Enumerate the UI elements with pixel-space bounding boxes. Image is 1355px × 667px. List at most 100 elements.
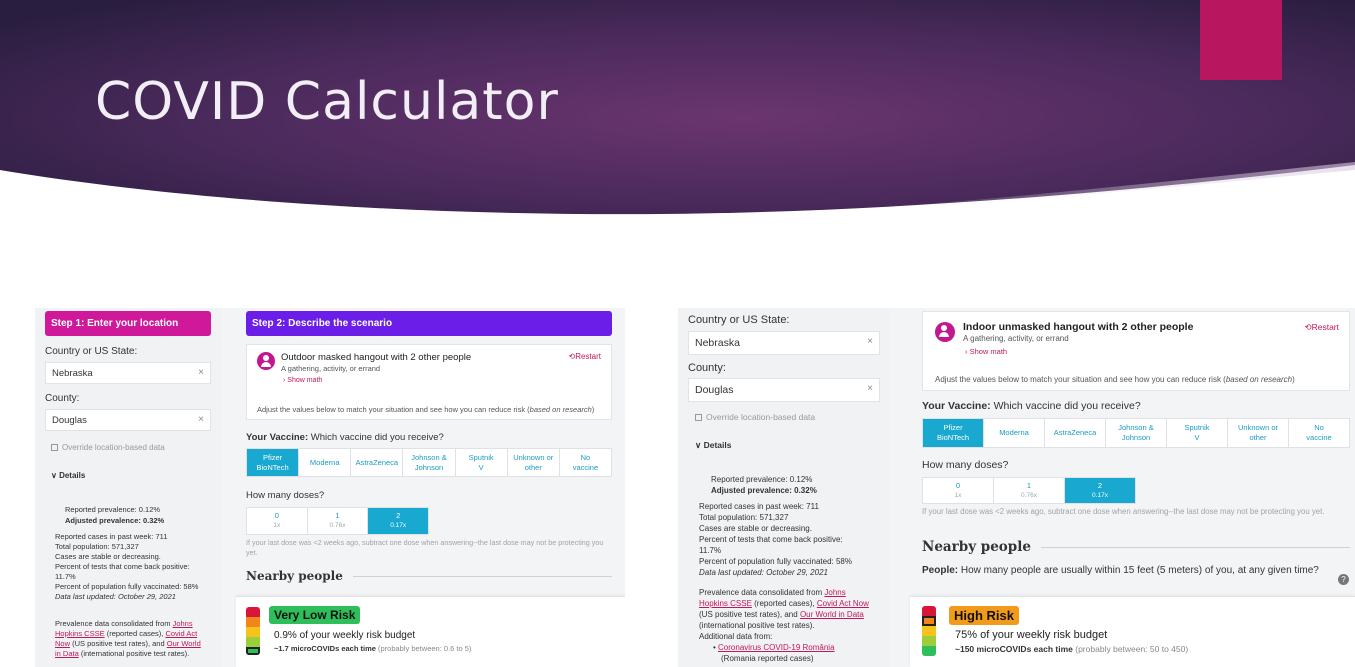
vaccine-option[interactable]: Sputnik V (456, 449, 508, 476)
help-icon[interactable]: ? (1338, 574, 1349, 585)
country-select[interactable]: Nebraska × (688, 331, 880, 355)
vaccine-option-line2: BioNTech (936, 433, 970, 442)
scenario-card[interactable]: Indoor unmasked hangout with 2 other peo… (922, 311, 1350, 391)
chevron-down-icon: ∨ (695, 440, 704, 450)
adjust-text-main: Adjust the values below to match your si… (935, 375, 1226, 384)
vaccine-option[interactable]: No vaccine (1289, 419, 1349, 447)
vaccine-option[interactable]: Pfizer BioNTech (923, 419, 984, 447)
vaccine-question: Your Vaccine: Which vaccine did you rece… (922, 400, 1141, 412)
show-math-link[interactable]: › Show math (283, 377, 322, 384)
clear-icon[interactable]: × (867, 336, 873, 347)
clear-icon[interactable]: × (198, 367, 204, 378)
dose-option[interactable]: 1 0.76x (308, 508, 369, 534)
dose-count: 1 (335, 511, 340, 520)
details-label: Details (703, 440, 732, 450)
adjust-text-em: based on research (1225, 375, 1293, 384)
vaccine-option[interactable]: AstraZeneca (1045, 419, 1106, 447)
scenario-card[interactable]: Outdoor masked hangout with 2 other peop… (246, 344, 612, 420)
country-label: Country or US State: (45, 346, 138, 357)
details-toggle[interactable]: ∨ Details (51, 471, 85, 480)
clear-icon[interactable]: × (198, 414, 204, 425)
checkbox-icon[interactable] (51, 444, 58, 451)
covid-act-now-link[interactable]: Covid Act Now (817, 599, 869, 608)
data-sources: Prevalence data consolidated from Johns … (55, 619, 205, 659)
vaccine-option[interactable]: Unknown or other (508, 449, 560, 476)
dose-options: 0 1x 1 0.76x 2 0.17x (246, 507, 429, 535)
dose-multiplier: 1x (273, 522, 281, 529)
vaccine-option[interactable]: Moderna (984, 419, 1045, 447)
additional-data-item: • Coronavirus COVID-19 România (713, 643, 835, 652)
vaccine-option-line1: Pfizer (262, 452, 283, 462)
people-question-bold: People: (922, 565, 959, 576)
risk-result-card: High Risk 75% of your weekly risk budget… (910, 596, 1355, 667)
person-icon (257, 352, 275, 370)
restart-button[interactable]: ⟲Restart (1304, 322, 1339, 333)
checkbox-icon[interactable] (695, 413, 702, 421)
dose-options: 0 1x 1 0.76x 2 0.17x (922, 477, 1136, 504)
vaccinated: Percent of population fully vaccinated: … (55, 582, 199, 591)
dose-multiplier: 0.76x (329, 522, 346, 529)
source-text: (reported cases), (104, 629, 166, 638)
risk-gauge-icon (922, 606, 936, 656)
last-updated: Data last updated: October 29, 2021 (55, 592, 176, 601)
vaccine-option-line1: Moderna (999, 428, 1029, 437)
our-world-in-data-link[interactable]: Our World in Data (800, 610, 864, 619)
doses-question: How many doses? (922, 459, 1009, 471)
additional-data-note: (Romania reported cases) (721, 654, 814, 663)
vaccine-option[interactable]: Johnson & Johnson (1106, 419, 1167, 447)
section-rule (1040, 546, 1350, 548)
dose-hint: If your last dose was <2 weeks ago, subt… (246, 538, 604, 557)
people-question: People: How many people are usually with… (922, 564, 1332, 577)
restart-button[interactable]: ⟲Restart (569, 352, 602, 361)
dose-option[interactable]: 1 0.76x (994, 478, 1065, 503)
additional-data-label: Additional data from: (699, 632, 773, 641)
vaccine-option[interactable]: Moderna (299, 449, 352, 476)
vaccine-option[interactable]: Unknown or other (1228, 419, 1289, 447)
vaccine-option-line1: Johnson & (411, 452, 447, 462)
dose-option[interactable]: 0 1x (247, 508, 308, 534)
vaccine-options: Pfizer BioNTech Moderna AstraZeneca Johnson … (922, 418, 1350, 448)
dose-count: 1 (1026, 480, 1032, 490)
reported-prevalence: Reported prevalence: 0.12% (65, 505, 161, 514)
person-icon (935, 322, 955, 342)
county-label: County: (45, 393, 80, 404)
details-toggle[interactable]: ∨ Details (695, 440, 731, 451)
county-value: Douglas (52, 415, 87, 426)
vaccine-option[interactable]: Sputnik V (1167, 419, 1228, 447)
county-select[interactable]: Douglas × (45, 409, 211, 431)
vaccine-option-line2: vaccine (1306, 433, 1332, 442)
vaccine-option[interactable]: No vaccine (560, 449, 611, 476)
county-select[interactable]: Douglas × (688, 378, 880, 402)
source-text: Prevalence data consolidated from (699, 588, 825, 597)
source-text: (international positive test rates). (78, 649, 190, 658)
population: Total population: 571,327 (699, 513, 789, 522)
dose-option[interactable]: 2 0.17x (1065, 478, 1135, 503)
romania-data-link[interactable]: Coronavirus COVID-19 România (718, 643, 835, 652)
source-text: (US positive test rates), and (699, 610, 800, 619)
vaccine-option-line1: AstraZeneca (355, 457, 399, 467)
adjust-text-em: based on research (529, 405, 592, 414)
details-label: Details (59, 471, 86, 480)
vaccine-option-line1: Pfizer (943, 423, 963, 432)
clear-icon[interactable]: × (867, 383, 873, 394)
people-question-text: How many people are usually within 15 fe… (958, 565, 1319, 576)
override-checkbox[interactable]: Override location-based data (695, 412, 815, 422)
vaccine-option[interactable]: AstraZeneca (351, 449, 404, 476)
dose-option[interactable]: 2 0.17x (368, 508, 429, 534)
country-value: Nebraska (695, 337, 740, 349)
country-select[interactable]: Nebraska × (45, 362, 211, 384)
show-math-link[interactable]: › Show math (965, 347, 1007, 356)
cases-week: Reported cases in past week: 711 (55, 532, 168, 541)
override-checkbox[interactable]: Override location-based data (51, 443, 165, 452)
vaccine-option-line1: Sputnik (468, 452, 494, 462)
vaccine-option-line2: Johnson (414, 462, 444, 472)
vaccine-option-line2: BioNTech (256, 462, 289, 472)
dose-option[interactable]: 0 1x (923, 478, 994, 503)
vaccine-option[interactable]: Johnson & Johnson (403, 449, 456, 476)
vaccine-option[interactable]: Pfizer BioNTech (247, 449, 300, 476)
adjusted-prevalence: Adjusted prevalence: 0.32% (65, 516, 165, 525)
dose-multiplier: 0.17x (390, 522, 407, 529)
risk-micro-value: ~1.7 microCOVIDs each time (274, 644, 376, 653)
location-sidebar: Country or US State: Nebraska × County: … (678, 308, 890, 667)
dose-count: 2 (1097, 480, 1103, 490)
